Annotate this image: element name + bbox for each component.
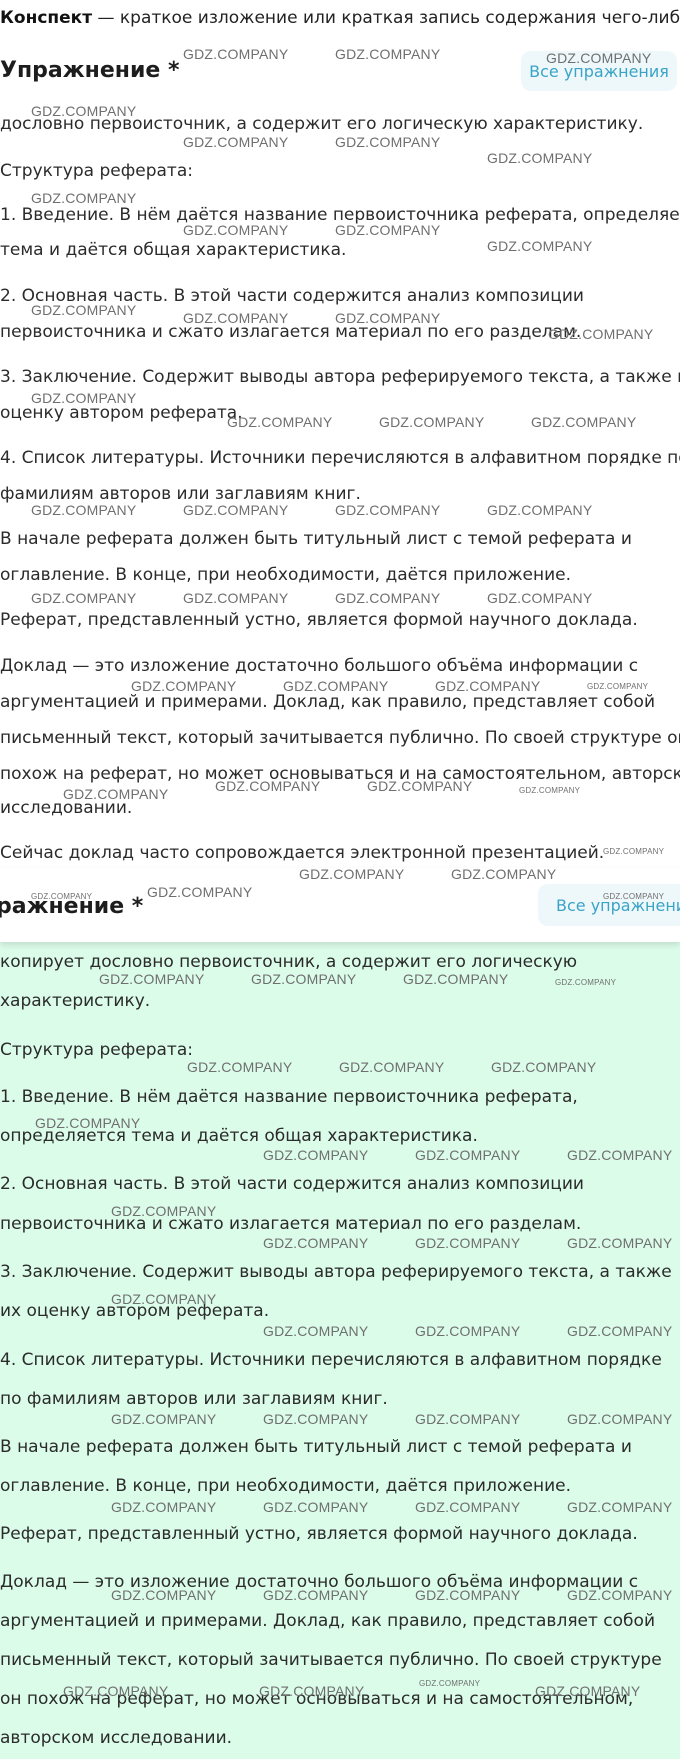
text-line: аргументацией и примерами. Доклад, как п… [0,692,655,712]
text-line: тема и даётся общая характеристика. [0,240,347,260]
answer-line: Реферат, представленный устно, является … [0,1524,638,1544]
answer-line: первоисточника и сжато излагается матери… [0,1214,582,1234]
text-line: Сейчас доклад часто сопровождается элект… [0,843,605,863]
intro-text: — краткое изложение или краткая запись с… [92,8,680,28]
text-line: фамилиям авторов или заглавиям книг. [0,484,361,504]
answer-line: авторском исследовании. [0,1728,233,1748]
answer-line: 1. Введение. В нём даётся название перво… [0,1087,578,1107]
answer-line: письменный текст, который зачитывается п… [0,1650,662,1670]
all-exercises-button[interactable]: Все упражнения [521,51,677,91]
answer-line: их оценку автором реферата. [0,1301,270,1321]
text-line: Доклад — это изложение достаточно большо… [0,656,639,676]
text-line: дословно первоисточник, а содержит его л… [0,114,644,134]
answer-line: аргументацией и примерами. Доклад, как п… [0,1611,655,1631]
text-line: Структура реферата: [0,161,193,181]
text-line: 3. Заключение. Содержит выводы автора ре… [0,367,680,387]
exercise-title: Упражнение * [0,58,180,83]
answer-line: 2. Основная часть. В этой части содержит… [0,1174,584,1194]
text-line: 1. Введение. В нём даётся название перво… [0,205,680,225]
text-line: оглавление. В конце, при необходимости, … [0,565,572,585]
exercise-title-2: ражнение * [0,894,144,919]
answer-line: копирует дословно первоисточник, а содер… [0,952,578,972]
text-line: похож на реферат, но может основываться … [0,764,680,784]
text-line: В начале реферата должен быть титульный … [0,529,632,549]
answer-line: он похож на реферат, но может основывать… [0,1689,634,1709]
intro-term: Конспект [0,8,93,28]
answer-line: характеристику. [0,991,151,1011]
text-line: 4. Список литературы. Источники перечисл… [0,448,680,468]
text-line: исследовании. [0,798,133,818]
answer-line: оглавление. В конце, при необходимости, … [0,1476,572,1496]
text-line: Реферат, представленный устно, является … [0,610,638,630]
text-line: письменный текст, который зачитывается п… [0,728,680,748]
intro-definition: Конспект — краткое изложение или краткая… [0,6,680,30]
answer-line: Структура реферата: [0,1040,193,1060]
text-line: первоисточника и сжато излагается матери… [0,322,582,342]
answer-line: 3. Заключение. Содержит выводы автора ре… [0,1262,672,1282]
text-line: оценку автором реферата. [0,403,243,423]
answer-line: Доклад — это изложение достаточно большо… [0,1572,639,1592]
answer-line: 4. Список литературы. Источники перечисл… [0,1350,662,1370]
all-exercises-button-2[interactable]: Все упражнени [538,884,680,926]
text-line: 2. Основная часть. В этой части содержит… [0,286,584,306]
answer-line: по фамилиям авторов или заглавиям книг. [0,1389,388,1409]
answer-line: определяется тема и даётся общая характе… [0,1126,478,1146]
answer-line: В начале реферата должен быть титульный … [0,1437,632,1457]
